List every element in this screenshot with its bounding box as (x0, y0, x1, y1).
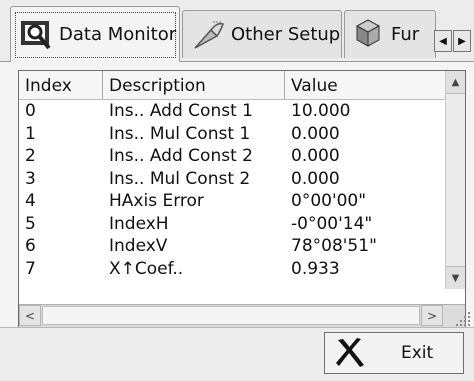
data-monitor-icon (21, 20, 51, 49)
cell-index: 4 (25, 191, 36, 211)
resize-grip-icon[interactable] (454, 310, 472, 328)
tab-label: Fur (391, 24, 420, 45)
tab-other-setup[interactable]: Other Setup (182, 10, 342, 58)
cell-description: Ins.. Mul Const 1 (109, 123, 251, 144)
table-row[interactable]: 1 Ins.. Mul Const 1 0.000 (19, 123, 445, 146)
chevron-down-icon: ▼ (451, 272, 460, 284)
table-row[interactable]: 4 HAxis Error 0°00'00" (19, 190, 445, 213)
table-header: Index Description Value (19, 71, 445, 100)
data-monitor-panel: Index Description Value 0 Ins.. Add Cons… (0, 62, 474, 328)
column-header-value[interactable]: Value (285, 71, 445, 99)
tab-scroll-right-button[interactable]: ▶ (453, 30, 471, 52)
cell-value: 0.000 (291, 168, 340, 189)
cell-description: Ins.. Add Const 1 (109, 101, 253, 121)
cell-index: 3 (25, 168, 36, 189)
table-row[interactable]: 5 IndexH -0°00'14" (19, 213, 445, 236)
table-row[interactable]: 2 Ins.. Add Const 2 0.000 (19, 145, 445, 168)
arrow-left-icon: ◀ (439, 35, 447, 47)
scroll-down-button[interactable]: ▼ (446, 266, 465, 289)
column-header-index[interactable]: Index (19, 71, 103, 99)
cell-index: 5 (25, 213, 36, 234)
function-blocks-icon (355, 18, 381, 47)
cell-index: 0 (25, 101, 36, 121)
cell-index: 6 (25, 236, 36, 256)
tab-data-monitor[interactable]: Data Monitor (10, 6, 180, 62)
scroll-right-button[interactable]: > (421, 305, 443, 326)
chevron-left-icon: < (24, 308, 36, 323)
scroll-up-button[interactable]: ▲ (446, 71, 465, 94)
tab-functions[interactable]: Fur (344, 10, 436, 58)
data-table[interactable]: Index Description Value 0 Ins.. Add Cons… (18, 70, 466, 328)
cell-value: -0°00'14" (291, 213, 373, 234)
cell-value: 0.933 (291, 258, 340, 279)
cell-value: 0.000 (291, 146, 340, 166)
column-header-description[interactable]: Description (103, 71, 285, 99)
cell-value: 78°08'51" (291, 236, 377, 256)
exit-x-icon (336, 338, 364, 367)
cell-description: IndexH (109, 213, 169, 234)
cell-description: X↑Coef.. (109, 258, 184, 279)
tab-strip: Data Monitor Other Setup Fur ◀ ▶ (0, 0, 474, 66)
satellite-dish-icon (194, 21, 224, 49)
cell-description: IndexV (109, 236, 168, 256)
horizontal-scroll-thumb[interactable] (42, 306, 420, 325)
chevron-up-icon: ▲ (451, 76, 460, 88)
table-row[interactable]: 6 IndexV 78°08'51" (19, 235, 445, 258)
cell-value: 0°00'00" (291, 191, 367, 211)
cell-value: 0.000 (291, 123, 340, 144)
vertical-scrollbar[interactable]: ▲ ▼ (445, 71, 465, 289)
table-body: 0 Ins.. Add Const 1 10.000 1 Ins.. Mul C… (19, 100, 445, 280)
arrow-right-icon: ▶ (458, 35, 466, 47)
exit-button[interactable]: Exit (324, 332, 464, 374)
scroll-left-button[interactable]: < (19, 305, 41, 326)
cell-index: 7 (25, 258, 36, 279)
button-bar: Exit (0, 327, 474, 381)
tab-label: Other Setup (231, 24, 341, 45)
tab-label: Data Monitor (59, 24, 177, 45)
cell-description: Ins.. Add Const 2 (109, 146, 253, 166)
tab-scroll-left-button[interactable]: ◀ (434, 30, 452, 52)
exit-label: Exit (401, 343, 434, 363)
cell-description: HAxis Error (109, 191, 204, 211)
cell-value: 10.000 (291, 101, 351, 121)
horizontal-scrollbar[interactable]: < > (19, 304, 465, 327)
chevron-right-icon: > (426, 308, 438, 323)
cell-description: Ins.. Mul Const 2 (109, 168, 251, 189)
cell-index: 2 (25, 146, 36, 166)
table-row[interactable]: 3 Ins.. Mul Const 2 0.000 (19, 168, 445, 191)
table-row[interactable]: 7 X↑Coef.. 0.933 (19, 258, 445, 281)
table-row[interactable]: 0 Ins.. Add Const 1 10.000 (19, 100, 445, 123)
cell-index: 1 (25, 123, 36, 144)
